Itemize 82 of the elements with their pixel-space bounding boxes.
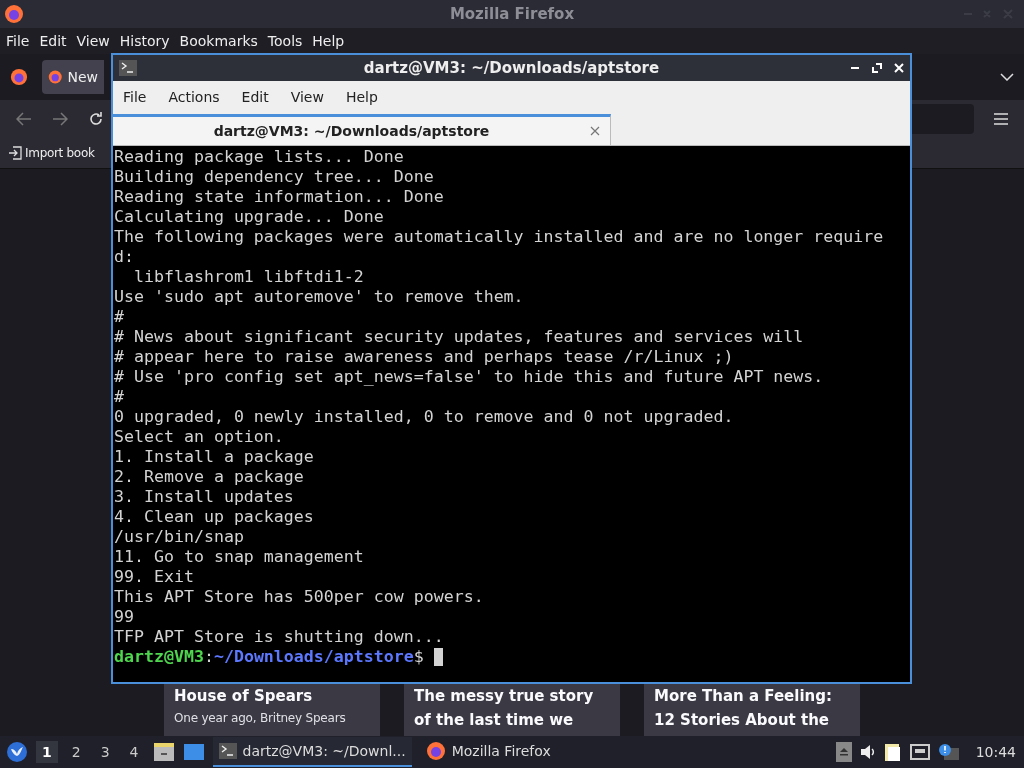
terminal-line: Reading state information... Done xyxy=(114,187,444,207)
menu-item[interactable]: Edit xyxy=(39,33,67,49)
terminal-line: Calculating upgrade... Done xyxy=(114,207,384,227)
terminal-line: The following packages were automatically installed and are no longer require xyxy=(114,227,884,247)
bookmark-link[interactable]: Import book xyxy=(8,146,95,160)
firefox-icon xyxy=(48,68,63,86)
prompt-separator: : xyxy=(203,647,214,667)
prompt-path: ~/Downloads/aptstore xyxy=(213,647,414,667)
menu-item[interactable]: Bookmarks xyxy=(179,33,258,49)
menu-icon[interactable] xyxy=(994,113,1008,125)
menu-item[interactable]: File xyxy=(123,89,147,105)
menu-item[interactable]: Edit xyxy=(241,89,269,105)
clipboard-icon[interactable] xyxy=(883,742,902,762)
prompt-user: dartz@VM3 xyxy=(114,647,204,667)
taskbar-button[interactable]: Mozilla Firefox xyxy=(419,737,557,767)
terminal-line: 11. Go to snap management xyxy=(114,547,364,567)
terminal-line: 2. Remove a package xyxy=(114,467,304,487)
clock[interactable]: 10:44 xyxy=(975,744,1016,760)
menu-item[interactable]: Help xyxy=(345,89,378,105)
terminal-icon xyxy=(218,743,237,759)
file-manager-icon[interactable] xyxy=(152,742,175,762)
back-icon[interactable] xyxy=(16,112,32,126)
terminal-icon xyxy=(119,60,137,76)
workspace-button[interactable]: 3 xyxy=(94,741,116,763)
terminal-line: 4. Clean up packages xyxy=(114,507,314,527)
volume-icon[interactable] xyxy=(859,744,876,760)
terminal-line: 3. Install updates xyxy=(114,487,294,507)
reload-icon[interactable] xyxy=(88,111,104,127)
prompt-symbol: $ xyxy=(413,647,424,667)
card-title: House of Spears xyxy=(174,686,314,707)
import-icon xyxy=(8,146,22,160)
terminal-line: # appear here to raise awareness and perhaps tease /r/Linux ;) xyxy=(114,347,734,367)
terminal-line: # xyxy=(114,387,124,407)
workspace-button[interactable]: 4 xyxy=(123,741,145,763)
story-card[interactable]: House of Spears One year ago, Britney Spears xyxy=(164,682,380,736)
menu-item[interactable]: Tools xyxy=(267,33,303,49)
terminal-line: /usr/bin/snap xyxy=(114,527,244,547)
menu-item[interactable]: View xyxy=(290,89,324,105)
taskbar-button[interactable]: dartz@VM3: ~/Downl... xyxy=(212,737,412,767)
terminal-line: 99 xyxy=(114,607,134,627)
terminal-line: # xyxy=(114,307,124,327)
menu-item[interactable]: Help xyxy=(312,33,345,49)
card-text: One year ago, Britney Spears xyxy=(174,710,347,727)
browser-tab[interactable]: New xyxy=(42,60,104,94)
network-icon[interactable] xyxy=(909,744,930,760)
text-cursor xyxy=(433,648,443,666)
terminal-line: 0 upgraded, 0 newly installed, 0 to remove and 0 not upgraded. xyxy=(114,407,734,427)
terminal-line: Select an option. xyxy=(114,427,284,447)
notification-icon[interactable] xyxy=(937,743,960,761)
terminal-line: # Use 'pro config set apt_news=false' to hide this and future APT news. xyxy=(114,367,824,387)
menu-item[interactable]: View xyxy=(76,33,110,49)
terminal-tab[interactable]: dartz@VM3: ~/Downloads/aptstore xyxy=(113,114,611,145)
menu-item[interactable]: File xyxy=(6,33,30,49)
terminal-line: d: xyxy=(114,247,134,267)
terminal-line: This APT Store has 500per cow powers. xyxy=(114,587,484,607)
start-menu-icon[interactable] xyxy=(6,741,28,763)
story-card[interactable]: More Than a Feeling: 12 Stories About the xyxy=(644,682,860,736)
firefox-icon xyxy=(4,4,24,24)
desktop-icon[interactable] xyxy=(182,742,205,762)
forward-icon[interactable] xyxy=(52,112,68,126)
workspace-button[interactable]: 1 xyxy=(36,741,58,763)
menu-item[interactable]: Actions xyxy=(168,89,220,105)
chevron-down-icon[interactable] xyxy=(1000,73,1014,81)
workspace-button[interactable]: 2 xyxy=(65,741,87,763)
firefox-icon xyxy=(425,741,446,761)
terminal-line: TFP APT Store is shutting down... xyxy=(114,627,444,647)
eject-icon[interactable] xyxy=(835,742,852,762)
window-title: Mozilla Firefox xyxy=(448,5,576,23)
terminal-line: Use 'sudo apt autoremove' to remove them. xyxy=(114,287,524,307)
card-title: The messy true story of the last time we xyxy=(414,686,595,731)
terminal-line: Reading package lists... Done xyxy=(114,147,404,167)
maximize-icon[interactable] xyxy=(872,63,882,73)
terminal-line: Building dependency tree... Done xyxy=(114,167,434,187)
terminal-line: 1. Install a package xyxy=(114,447,314,467)
window-title: dartz@VM3: ~/Downloads/aptstore xyxy=(362,59,661,77)
menu-item[interactable]: History xyxy=(119,33,170,49)
terminal-line: # News about significant security updates, features and services will xyxy=(114,327,804,347)
terminal-line: libflashrom1 libftdi1-2 xyxy=(132,267,364,287)
card-title: More Than a Feeling: 12 Stories About the xyxy=(654,686,833,731)
story-card[interactable]: The messy true story of the last time we xyxy=(404,682,620,736)
terminal-line: 99. Exit xyxy=(114,567,194,587)
firefox-icon[interactable] xyxy=(10,68,28,86)
